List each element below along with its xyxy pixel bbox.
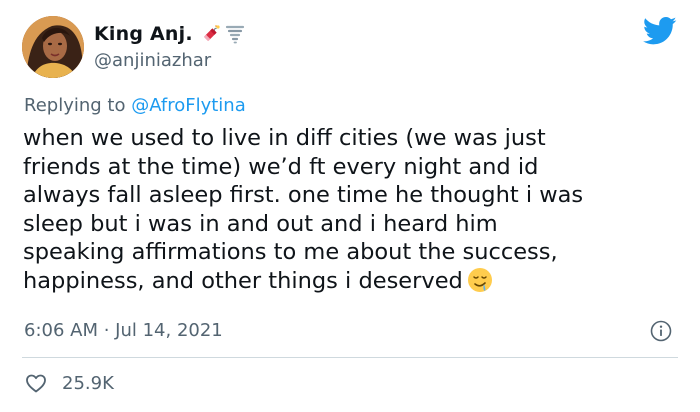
author-display-name[interactable]: King Anj. — [94, 23, 193, 45]
replying-to: Replying to @AfroFlytina — [24, 95, 246, 116]
tweet-text-line: sleep but i was in and out and i heard h… — [23, 210, 498, 237]
info-icon[interactable] — [650, 320, 672, 342]
twitter-bird-icon[interactable] — [643, 16, 677, 46]
like-count: 25.9K — [62, 372, 114, 394]
like-action[interactable]: 25.9K — [24, 371, 114, 395]
tweet-text-line: happiness, and other things i deserved — [23, 267, 463, 294]
tweet-text: when we used to live in diff cities (we … — [23, 124, 683, 295]
replying-to-mention-link[interactable]: @AfroFlytina — [131, 95, 246, 116]
tornado-icon — [225, 25, 244, 44]
tweet-text-line: speaking affirmations to me about the su… — [23, 239, 558, 265]
tweet-text-line: friends at the time) we’d ft every night… — [23, 153, 539, 180]
avatar[interactable] — [22, 16, 84, 78]
tweet-timestamp[interactable]: 6:06 AM · Jul 14, 2021 — [24, 320, 223, 341]
avatar-photo — [22, 16, 84, 78]
author-block: King Anj. @anjiniazhar — [94, 20, 245, 71]
drooling-face-icon — [467, 267, 492, 292]
firecracker-icon — [203, 25, 220, 42]
tweet-text-line: always fall asleep first. one time he th… — [23, 182, 584, 208]
replying-to-prefix: Replying to — [24, 95, 132, 116]
author-name-row: King Anj. — [94, 20, 245, 48]
author-handle[interactable]: @anjiniazhar — [94, 50, 245, 71]
tweet-text-last-line: happiness, and other things i deserved — [23, 267, 683, 296]
tweet-card: King Anj. @anjiniazhar Replying to @Afro… — [0, 0, 700, 412]
tweet-text-line: when we used to live in diff cities (we … — [23, 125, 546, 151]
heart-icon[interactable] — [24, 371, 48, 395]
divider — [22, 357, 678, 358]
